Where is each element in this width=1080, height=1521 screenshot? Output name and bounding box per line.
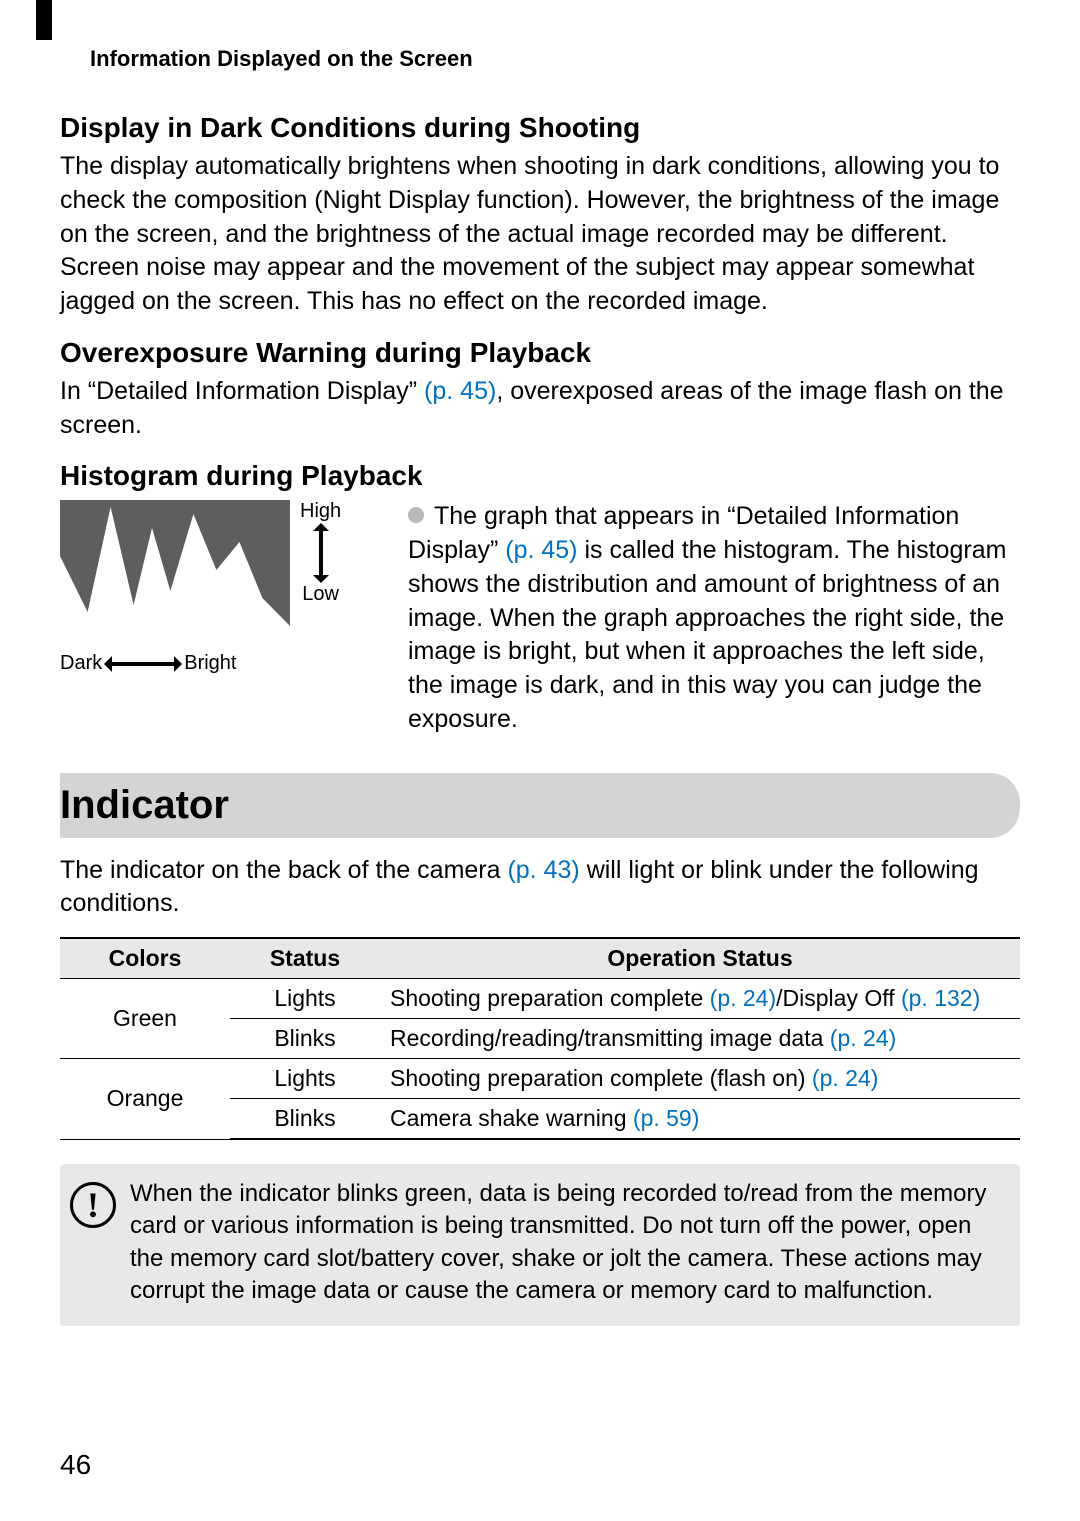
warning-box: ! When the indicator blinks green, data … <box>60 1164 1020 1326</box>
cell-op: Camera shake warning (p. 59) <box>380 1099 1020 1140</box>
cell-status: Lights <box>230 1059 380 1099</box>
double-arrow-horizontal-icon <box>108 662 178 666</box>
cell-op: Shooting preparation complete (flash on)… <box>380 1059 1020 1099</box>
table-row: Green Lights Shooting preparation comple… <box>60 979 1020 1019</box>
page-number: 46 <box>60 1449 91 1481</box>
text: Camera shake warning <box>390 1105 633 1131</box>
page-ref-link[interactable]: (p. 132) <box>901 985 980 1011</box>
table-row: Orange Lights Shooting preparation compl… <box>60 1059 1020 1099</box>
cell-status: Blinks <box>230 1019 380 1059</box>
page-ref-link[interactable]: (p. 59) <box>633 1105 699 1131</box>
page: Information Displayed on the Screen Disp… <box>0 0 1080 1521</box>
section-body-overexposure: In “Detailed Information Display” (p. 45… <box>60 375 1020 443</box>
double-arrow-vertical-icon <box>319 527 323 579</box>
cell-status: Blinks <box>230 1099 380 1140</box>
section-bar-indicator: Indicator <box>60 773 1020 838</box>
page-ref-link[interactable]: (p. 24) <box>710 985 776 1011</box>
page-ref-link[interactable]: (p. 43) <box>507 856 579 884</box>
cell-status: Lights <box>230 979 380 1019</box>
text: /Display Off <box>776 985 901 1011</box>
cell-color: Green <box>60 979 230 1059</box>
cell-color: Orange <box>60 1059 230 1140</box>
page-ref-link[interactable]: (p. 24) <box>812 1065 878 1091</box>
text: The indicator on the back of the camera <box>60 856 507 884</box>
table-header-row: Colors Status Operation Status <box>60 938 1020 979</box>
indicator-intro: The indicator on the back of the camera … <box>60 854 1020 922</box>
text: In “Detailed Information Display” <box>60 377 424 405</box>
page-ref-link[interactable]: (p. 24) <box>830 1025 896 1051</box>
page-ref-link[interactable]: (p. 45) <box>505 536 577 564</box>
histogram-row: High Low Dark Bright The graph that appe… <box>60 500 1020 736</box>
col-status: Status <box>230 938 380 979</box>
bullet-icon <box>408 507 424 523</box>
section-title-dark-display: Display in Dark Conditions during Shooti… <box>60 112 1020 144</box>
text: is called the histogram. The histogram s… <box>408 536 1006 733</box>
section-title-overexposure: Overexposure Warning during Playback <box>60 337 1020 369</box>
margin-tab <box>36 0 52 40</box>
col-colors: Colors <box>60 938 230 979</box>
section-title-histogram: Histogram during Playback <box>60 460 1020 492</box>
cell-op: Shooting preparation complete (p. 24)/Di… <box>380 979 1020 1019</box>
section-body-dark-display: The display automatically brightens when… <box>60 150 1020 319</box>
histogram-graph <box>60 500 290 640</box>
histogram-figure: High Low Dark Bright <box>60 500 390 675</box>
label-bright: Bright <box>184 652 236 675</box>
histogram-description: The graph that appears in “Detailed Info… <box>408 500 1020 736</box>
running-head: Information Displayed on the Screen <box>90 46 1020 72</box>
warning-text: When the indicator blinks green, data is… <box>130 1178 1002 1308</box>
page-ref-link[interactable]: (p. 45) <box>424 377 496 405</box>
cell-op: Recording/reading/transmitting image dat… <box>380 1019 1020 1059</box>
indicator-table: Colors Status Operation Status Green Lig… <box>60 937 1020 1140</box>
text: Shooting preparation complete (flash on) <box>390 1065 812 1091</box>
text: Shooting preparation complete <box>390 985 710 1011</box>
warning-icon: ! <box>70 1182 116 1228</box>
text: Recording/reading/transmitting image dat… <box>390 1025 830 1051</box>
col-operation: Operation Status <box>380 938 1020 979</box>
